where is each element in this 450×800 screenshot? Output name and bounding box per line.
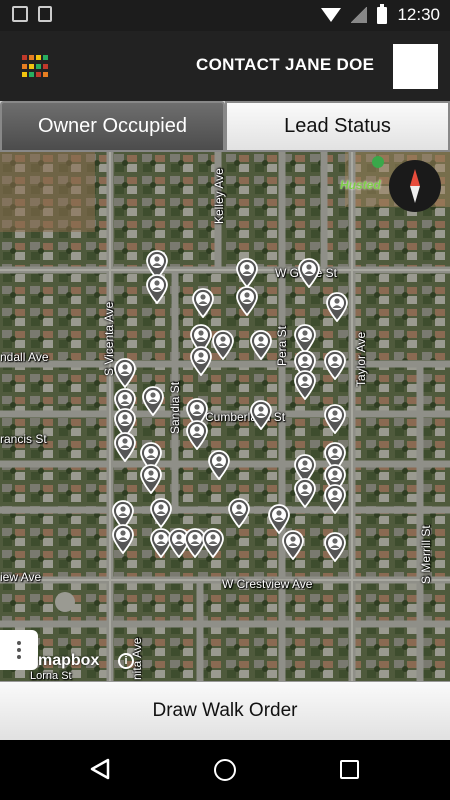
grid-cell — [36, 63, 41, 69]
compass-icon[interactable] — [389, 160, 441, 212]
place-label-husted: Husted — [340, 178, 381, 192]
person-pin-icon[interactable] — [250, 400, 272, 430]
person-pin-icon[interactable] — [324, 404, 346, 434]
grid-cell — [29, 72, 34, 78]
no-signal-icon — [351, 7, 368, 23]
recent-apps-icon[interactable] — [340, 760, 359, 779]
grid-cell — [36, 72, 41, 78]
status-bar: 12:30 — [0, 0, 450, 31]
person-pin-icon[interactable] — [236, 286, 258, 316]
person-pin-icon[interactable] — [294, 478, 316, 508]
person-pin-icon[interactable] — [326, 292, 348, 322]
grid-cell — [36, 55, 41, 60]
person-pin-icon[interactable] — [324, 484, 346, 514]
person-pin-icon[interactable] — [192, 288, 214, 318]
street-label-kelley: Kelley Ave — [212, 168, 226, 224]
person-pin-icon[interactable] — [140, 464, 162, 494]
street-label-sandia: Sandia St — [168, 381, 182, 434]
person-pin-icon[interactable] — [114, 432, 136, 462]
grid-cell — [43, 72, 48, 78]
map-view[interactable]: W Grove St Kelley Ave S Vicenta Ave Pera… — [0, 152, 450, 681]
person-pin-icon[interactable] — [294, 370, 316, 400]
person-pin-icon[interactable] — [112, 524, 134, 554]
contact-avatar[interactable] — [393, 44, 438, 89]
street-label-francis: rancis St — [0, 432, 47, 446]
system-nav-bar — [0, 740, 450, 800]
person-pin-icon[interactable] — [202, 528, 224, 558]
street-label-cumberland: Cumberland St — [205, 410, 286, 424]
street-label-w-crestview: W Crestview Ave — [222, 577, 313, 591]
battery-icon — [377, 3, 388, 24]
wifi-icon — [321, 8, 342, 22]
grid-cell — [29, 55, 34, 60]
street-label-taylor: Taylor Ave — [354, 331, 368, 387]
contact-button[interactable]: CONTACT JANE DOE — [196, 55, 374, 75]
grid-cell — [43, 55, 48, 60]
person-pin-icon[interactable] — [324, 350, 346, 380]
street-label-s-merrill: S Merrill St — [419, 525, 433, 584]
street-label-randall: ndall Ave — [0, 350, 49, 364]
home-icon[interactable] — [214, 759, 236, 781]
draw-walk-order-button[interactable]: Draw Walk Order — [0, 681, 450, 740]
tab-bar: Owner Occupied Lead Status — [0, 101, 450, 152]
person-pin-icon[interactable] — [324, 532, 346, 562]
person-pin-icon[interactable] — [250, 330, 272, 360]
grid-cell — [22, 55, 27, 60]
clock: 12:30 — [397, 5, 440, 24]
more-vertical-icon[interactable] — [0, 630, 38, 670]
person-pin-icon[interactable] — [146, 274, 168, 304]
app-screen: 12:30 CONTACT JANE DOE Owner Occupied Le… — [0, 0, 450, 800]
person-pin-icon[interactable] — [208, 450, 230, 480]
person-pin-icon[interactable] — [298, 258, 320, 288]
info-icon[interactable]: i — [118, 653, 134, 669]
tab-owner-occupied[interactable]: Owner Occupied — [0, 101, 225, 152]
tab-lead-status[interactable]: Lead Status — [225, 101, 450, 152]
person-pin-icon[interactable] — [236, 258, 258, 288]
person-pin-icon[interactable] — [212, 330, 234, 360]
person-pin-icon[interactable] — [142, 386, 164, 416]
app-bar: CONTACT JANE DOE — [0, 31, 450, 101]
person-pin-icon[interactable] — [114, 358, 136, 388]
person-pin-icon[interactable] — [150, 498, 172, 528]
person-pin-icon[interactable] — [190, 346, 212, 376]
person-pin-icon[interactable] — [186, 420, 208, 450]
street-label-view-ave: iew Ave — [0, 570, 42, 584]
grid-cell — [43, 63, 48, 69]
grid-menu-icon[interactable] — [22, 55, 49, 79]
person-pin-icon[interactable] — [282, 530, 304, 560]
person-pin-icon[interactable] — [228, 498, 250, 528]
street-label-lorna: Lorna St — [30, 670, 72, 681]
document-notification-icon — [38, 6, 52, 22]
grid-cell — [22, 63, 27, 69]
grid-cell — [22, 72, 27, 78]
back-icon[interactable] — [90, 758, 110, 780]
grid-cell — [29, 63, 34, 69]
mapbox-attribution[interactable]: mapbox — [38, 652, 99, 670]
image-notification-icon — [12, 6, 28, 22]
street-label-pera: Pera St — [275, 325, 289, 366]
